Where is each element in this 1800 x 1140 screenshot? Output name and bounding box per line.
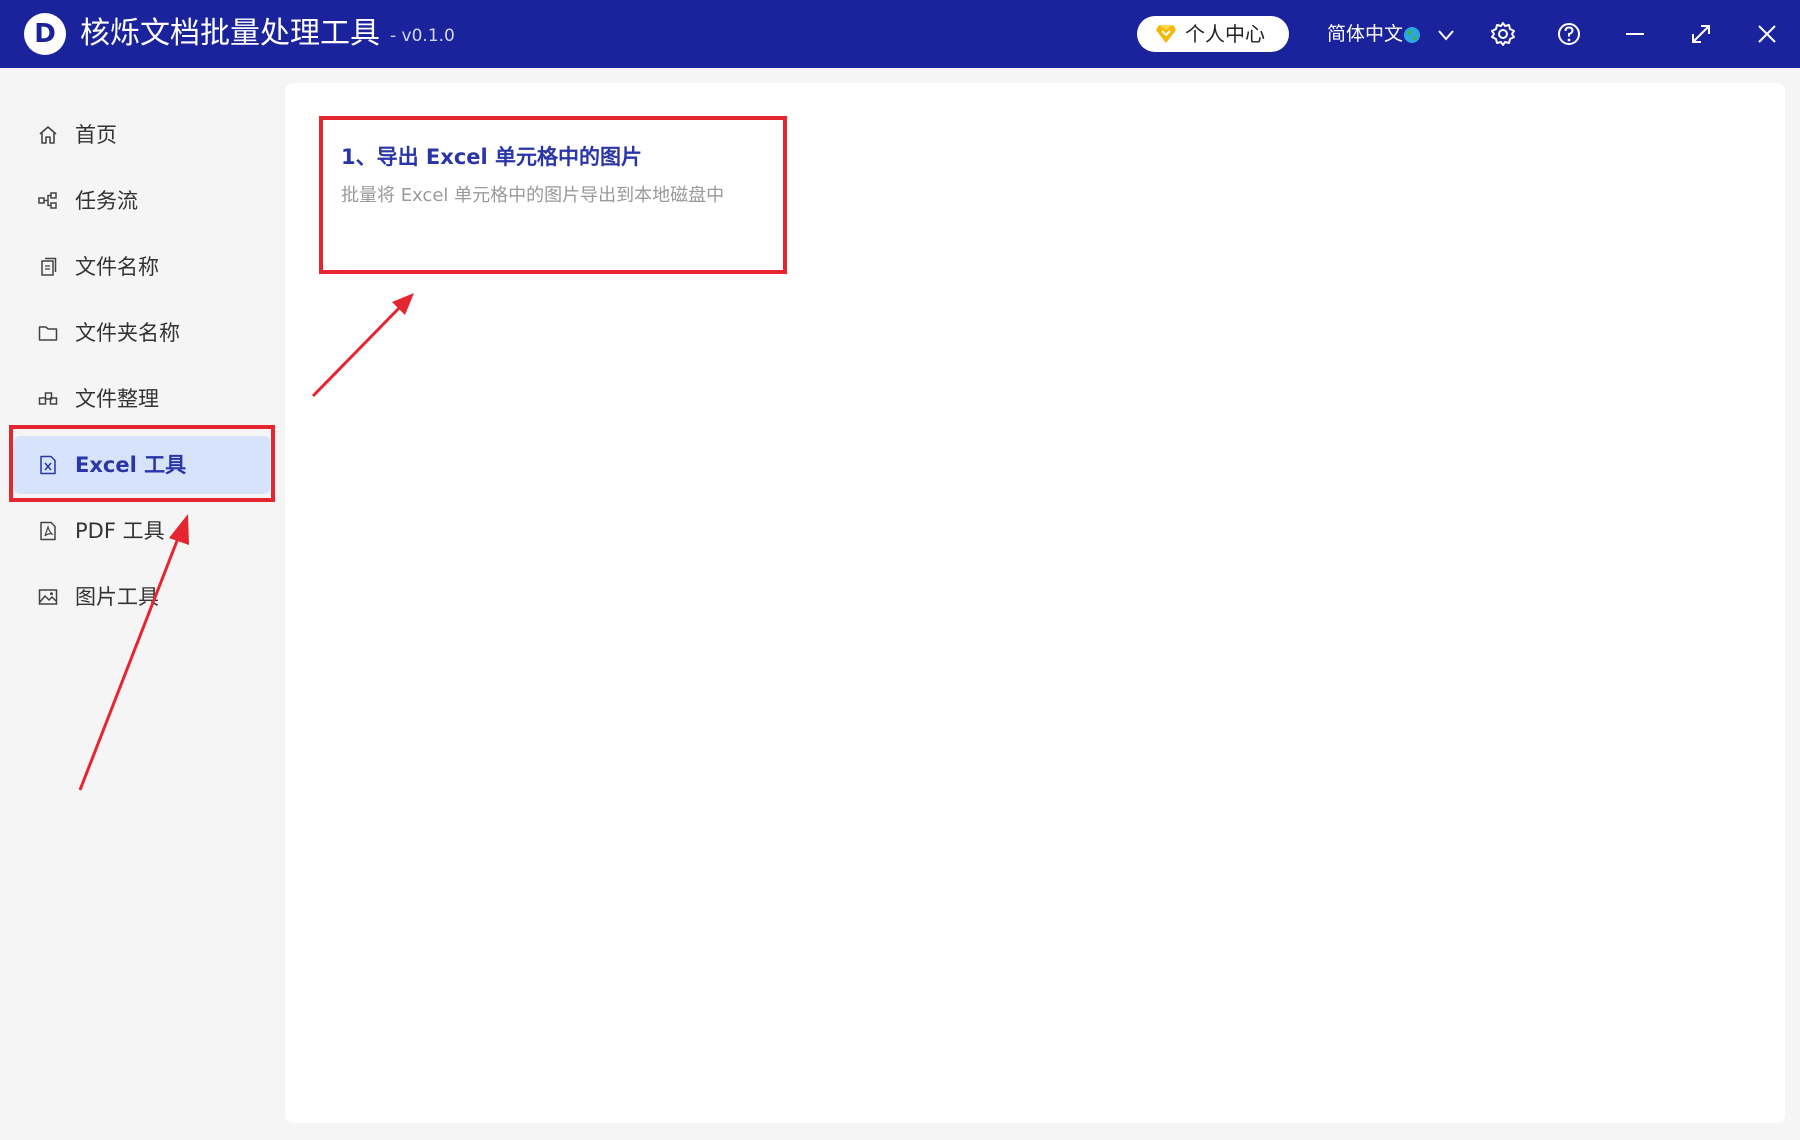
language-label: 简体中文 — [1327, 23, 1404, 45]
language-selector[interactable]: 简体中文 — [1327, 18, 1454, 50]
sidebar-item-pdf-tools[interactable]: PDF 工具 — [14, 502, 270, 560]
minimize-icon[interactable] — [1621, 20, 1649, 48]
organize-icon — [38, 392, 58, 405]
gear-icon[interactable] — [1489, 20, 1517, 48]
sidebar-item-label: 文件整理 — [75, 387, 159, 411]
sidebar-item-label: PDF 工具 — [75, 519, 165, 543]
sidebar-item-label: 任务流 — [75, 189, 138, 213]
sidebar-item-label: 图片工具 — [75, 585, 159, 609]
globe-icon — [1404, 27, 1420, 43]
maximize-icon[interactable] — [1687, 20, 1715, 48]
folder-icon — [38, 326, 58, 341]
user-center-button[interactable]: 个人中心 — [1137, 16, 1289, 52]
sidebar-item-label: 首页 — [75, 123, 117, 147]
sidebar-item-image-tools[interactable]: 图片工具 — [14, 568, 270, 626]
sidebar-item-home[interactable]: 首页 — [14, 106, 270, 164]
sidebar-item-label: 文件名称 — [75, 255, 159, 279]
sidebar-item-label: 文件夹名称 — [75, 321, 180, 345]
image-icon — [38, 589, 58, 605]
workflow-icon — [38, 192, 57, 209]
user-center-label: 个人中心 — [1185, 22, 1265, 46]
sidebar-item-workflow[interactable]: 任务流 — [14, 172, 270, 230]
app-version: - v0.1.0 — [390, 26, 455, 46]
highlight-box-tool-card — [319, 116, 787, 274]
app-title: 核烁文档批量处理工具 — [80, 16, 380, 51]
home-icon — [39, 126, 57, 144]
highlight-box-excel-tools — [9, 425, 275, 502]
help-icon[interactable] — [1555, 20, 1583, 48]
sidebar-item-file-organize[interactable]: 文件整理 — [14, 370, 270, 428]
file-copy-icon — [41, 257, 57, 276]
app-logo: D — [24, 13, 66, 55]
sidebar: 首页 任务流 文件名称 文件夹名称 文件整理 Excel 工具 PDF 工具 图… — [0, 68, 272, 1140]
pdf-file-icon — [40, 521, 56, 541]
sidebar-item-folder-name[interactable]: 文件夹名称 — [14, 304, 270, 362]
app-logo-letter: D — [34, 19, 56, 49]
diamond-icon — [1156, 25, 1176, 43]
close-icon[interactable] — [1753, 20, 1781, 48]
title-bar: D 核烁文档批量处理工具 - v0.1.0 个人中心 简体中文 — [0, 0, 1800, 68]
chevron-down-icon — [1438, 30, 1454, 41]
sidebar-item-file-name[interactable]: 文件名称 — [14, 238, 270, 296]
